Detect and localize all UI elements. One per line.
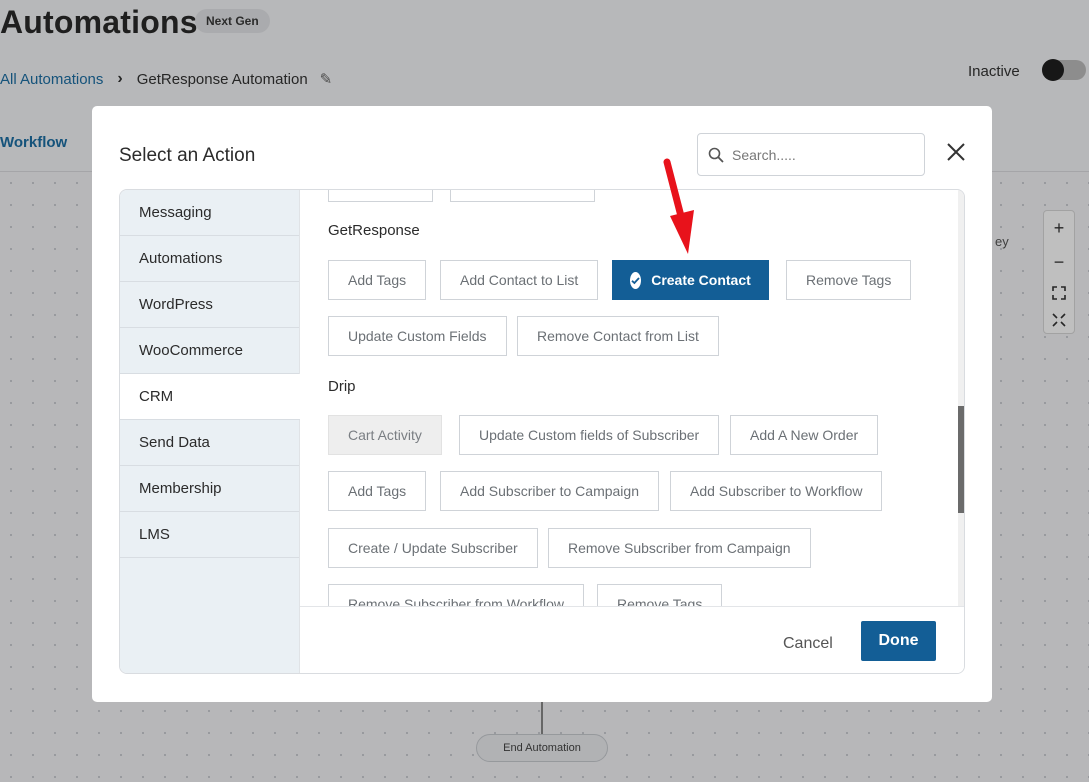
sidebar-item-messaging[interactable]: Messaging [120, 190, 299, 236]
modal-body: Messaging Automations WordPress WooComme… [119, 189, 965, 674]
modal-title: Select an Action [119, 145, 256, 166]
close-icon[interactable] [945, 142, 967, 164]
action-button[interactable]: Create / Update Subscriber [328, 528, 538, 568]
action-button-partial[interactable] [450, 190, 595, 202]
action-button[interactable]: Remove Subscriber from Workflow [328, 584, 585, 606]
sidebar-item-woocommerce[interactable]: WooCommerce [120, 328, 299, 374]
action-button[interactable]: Add Tags [328, 260, 427, 300]
action-button[interactable]: Add A New Order [730, 415, 879, 455]
action-button[interactable]: Add Tags [328, 471, 427, 511]
action-button[interactable]: Add Contact to List [440, 260, 599, 300]
cancel-button[interactable]: Cancel [783, 635, 833, 653]
action-button[interactable]: Add Subscriber to Campaign [440, 471, 659, 511]
scrollbar-track[interactable] [958, 190, 964, 606]
sidebar-item-wordpress[interactable]: WordPress [120, 282, 299, 328]
search-icon [708, 147, 724, 163]
action-button-disabled[interactable]: Cart Activity [328, 415, 442, 455]
sidebar-item-crm[interactable]: CRM [120, 374, 300, 420]
section-title-getresponse: GetResponse [328, 222, 420, 239]
select-action-modal: Select an Action Messaging Automations W… [92, 106, 992, 702]
modal-footer: Cancel Done [300, 606, 964, 673]
action-button[interactable]: Update Custom Fields [328, 316, 507, 356]
action-button[interactable]: Remove Tags [786, 260, 912, 300]
selected-action-label: Create Contact [651, 272, 751, 288]
scrollbar-thumb[interactable] [958, 406, 964, 513]
sidebar-item-lms[interactable]: LMS [120, 512, 299, 558]
section-title-drip: Drip [328, 378, 356, 395]
action-button[interactable]: Update Custom fields of Subscriber [459, 415, 720, 455]
sidebar-item-automations[interactable]: Automations [120, 236, 299, 282]
check-icon [630, 271, 642, 289]
search-box [697, 133, 925, 176]
search-input[interactable] [732, 146, 912, 163]
action-button-partial[interactable] [328, 190, 433, 202]
done-button[interactable]: Done [861, 621, 936, 661]
action-button-selected[interactable]: Create Contact [612, 260, 769, 300]
action-button[interactable]: Remove Subscriber from Campaign [548, 528, 811, 568]
actions-list: GetResponse Add Tags Add Contact to List… [300, 190, 964, 606]
sidebar-item-membership[interactable]: Membership [120, 466, 299, 512]
action-button[interactable]: Add Subscriber to Workflow [670, 471, 883, 511]
category-sidebar: Messaging Automations WordPress WooComme… [120, 190, 300, 673]
action-button[interactable]: Remove Tags [597, 584, 723, 606]
action-button[interactable]: Remove Contact from List [517, 316, 719, 356]
sidebar-item-send-data[interactable]: Send Data [120, 420, 299, 466]
